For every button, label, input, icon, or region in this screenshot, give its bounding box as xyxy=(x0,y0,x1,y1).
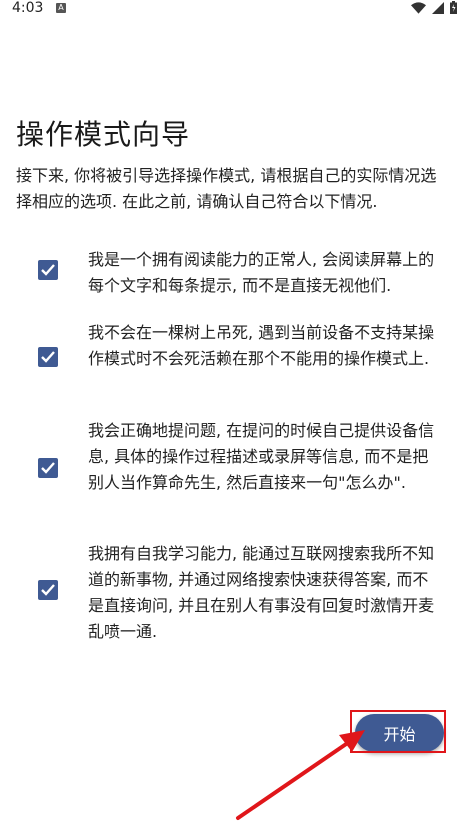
agreement-text: 我是一个拥有阅读能力的正常人, 会阅读屏幕上的每个文字和每条提示, 而不是直接无… xyxy=(88,250,435,295)
checkbox[interactable] xyxy=(38,458,58,478)
check-icon xyxy=(41,462,55,474)
checkbox[interactable] xyxy=(38,347,58,367)
checkbox[interactable] xyxy=(38,260,58,280)
wifi-icon xyxy=(411,1,426,14)
checkbox[interactable] xyxy=(38,580,58,600)
status-bar: 4:03 A xyxy=(0,0,467,26)
signal-icon xyxy=(432,1,444,14)
page-title: 操作模式向导 xyxy=(16,118,191,151)
battery-icon xyxy=(450,1,457,14)
check-icon xyxy=(41,351,55,363)
agreement-text: 我会正确地提问题, 在提问的时候自己提供设备信息, 具体的操作过程描述或录屏等信… xyxy=(88,421,435,492)
check-icon xyxy=(41,264,55,276)
status-time: 4:03 xyxy=(12,0,44,16)
intro-text: 接下来, 你将被引导选择操作模式, 请根据自己的实际情况选择相应的选项. 在此之… xyxy=(16,166,437,211)
check-icon xyxy=(41,584,55,596)
notification-icon: A xyxy=(56,3,66,13)
agreement-text: 我拥有自我学习能力, 能通过互联网搜索我所不知道的新事物, 并通过网络搜索快速获… xyxy=(88,544,435,641)
agreement-text: 我不会在一棵树上吊死, 遇到当前设备不支持某操作模式时不会死活赖在那个不能用的操… xyxy=(88,323,435,368)
start-button[interactable]: 开始 xyxy=(355,714,444,752)
status-icons xyxy=(411,1,457,14)
